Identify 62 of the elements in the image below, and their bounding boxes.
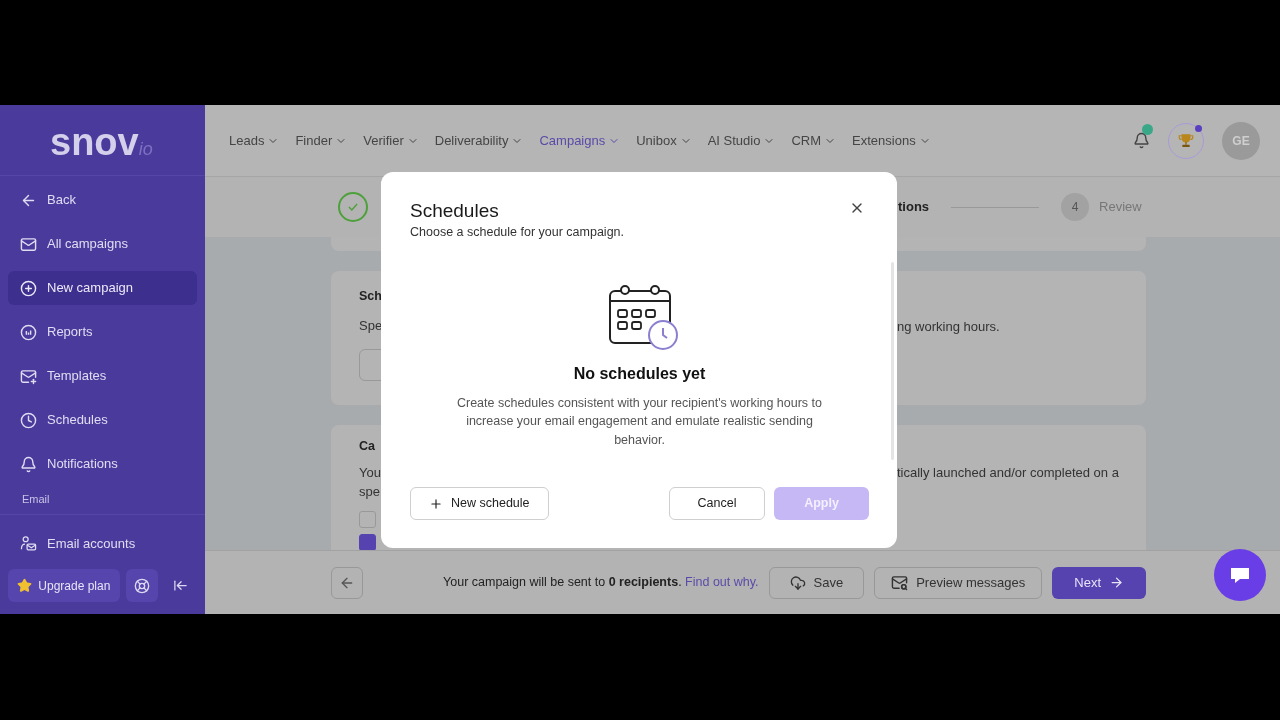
nav-menu-item[interactable]: Extensions — [852, 130, 931, 151]
notifications-icon[interactable] — [1133, 132, 1150, 149]
nav-menu-item[interactable]: Leads — [229, 130, 280, 151]
sidebar-item[interactable]: Templates — [8, 359, 197, 393]
dialog-title: Schedules — [410, 200, 499, 222]
upgrade-plan-button[interactable]: Upgrade plan — [8, 569, 120, 602]
nav-menu-item[interactable]: CRM — [791, 130, 837, 151]
checkbox[interactable] — [359, 510, 376, 528]
support-button[interactable] — [125, 569, 159, 602]
user-mail-icon — [20, 535, 37, 552]
nav-menu-item[interactable]: AI Studio — [707, 130, 776, 151]
arrow-right-icon — [1109, 575, 1124, 590]
checkbox[interactable] — [359, 533, 376, 550]
plus-circle-icon — [20, 279, 37, 297]
sidebar-item[interactable]: Notifications — [8, 447, 197, 481]
nav-menu-item[interactable]: Deliverability — [434, 130, 524, 151]
mail-search-icon — [891, 574, 909, 591]
save-button[interactable]: Save — [768, 566, 865, 599]
card-title: Sch — [359, 288, 382, 305]
star-icon — [17, 578, 33, 593]
find-out-why-link[interactable]: Find out why. — [685, 575, 759, 590]
card-text: ng working hours. — [897, 318, 1000, 336]
back-button[interactable] — [331, 566, 363, 599]
next-button[interactable]: Next — [1052, 566, 1146, 599]
empty-state-title: No schedules yet — [573, 363, 706, 384]
sidebar-item[interactable]: All campaigns — [8, 227, 197, 261]
card-title: Ca — [359, 437, 375, 455]
clock-icon — [20, 411, 37, 429]
card-text: Spe — [359, 316, 383, 335]
step-done-icon — [338, 192, 368, 222]
trophy-icon — [1177, 131, 1195, 150]
nav-menu-item[interactable]: Unibox — [636, 130, 692, 151]
nav-menu-item[interactable]: Finder — [295, 130, 348, 151]
sidebar-item[interactable]: Email accounts — [8, 526, 197, 561]
nav-menu-item[interactable]: Campaigns — [539, 130, 621, 151]
preview-messages-button[interactable]: Preview messages — [874, 566, 1043, 599]
collapse-icon — [173, 578, 189, 593]
step-number: 4 — [1061, 193, 1090, 221]
bell-icon — [20, 455, 37, 473]
plus-icon — [429, 496, 443, 511]
card-text: tically launched and/or completed on a — [897, 463, 1119, 482]
nav-menu-item[interactable]: Verifier — [363, 130, 419, 151]
card-text: You — [359, 463, 381, 482]
card-text: spe — [359, 482, 380, 501]
new-schedule-button[interactable]: New schedule — [410, 487, 549, 520]
empty-state-description: Create schedules consistent with your recipient's working hours to increase your email engagement and emulate realistic sending behavior. — [455, 394, 824, 449]
sidebar-item[interactable]: Reports — [8, 315, 197, 349]
sidebar-item[interactable]: Back — [8, 183, 197, 217]
dialog-subtitle: Choose a schedule for your campaign. — [410, 224, 624, 241]
lifebuoy-icon — [134, 577, 151, 594]
step-label: Review — [1099, 198, 1142, 217]
mail-icon — [20, 235, 37, 253]
cloud-icon — [789, 574, 806, 591]
chart-circle-icon — [20, 323, 37, 341]
recipients-message: Your campaign will be sent to 0 recipients. Find out why. — [443, 574, 759, 592]
step-label: tions — [898, 198, 930, 217]
calendar-clock-icon — [607, 283, 680, 352]
section-heading: Email — [0, 491, 205, 515]
mail-plus-icon — [20, 367, 37, 385]
cancel-button[interactable]: Cancel — [669, 487, 765, 520]
sidebar-item[interactable]: Schedules — [8, 403, 197, 437]
sidebar-item[interactable]: New campaign — [8, 271, 197, 305]
